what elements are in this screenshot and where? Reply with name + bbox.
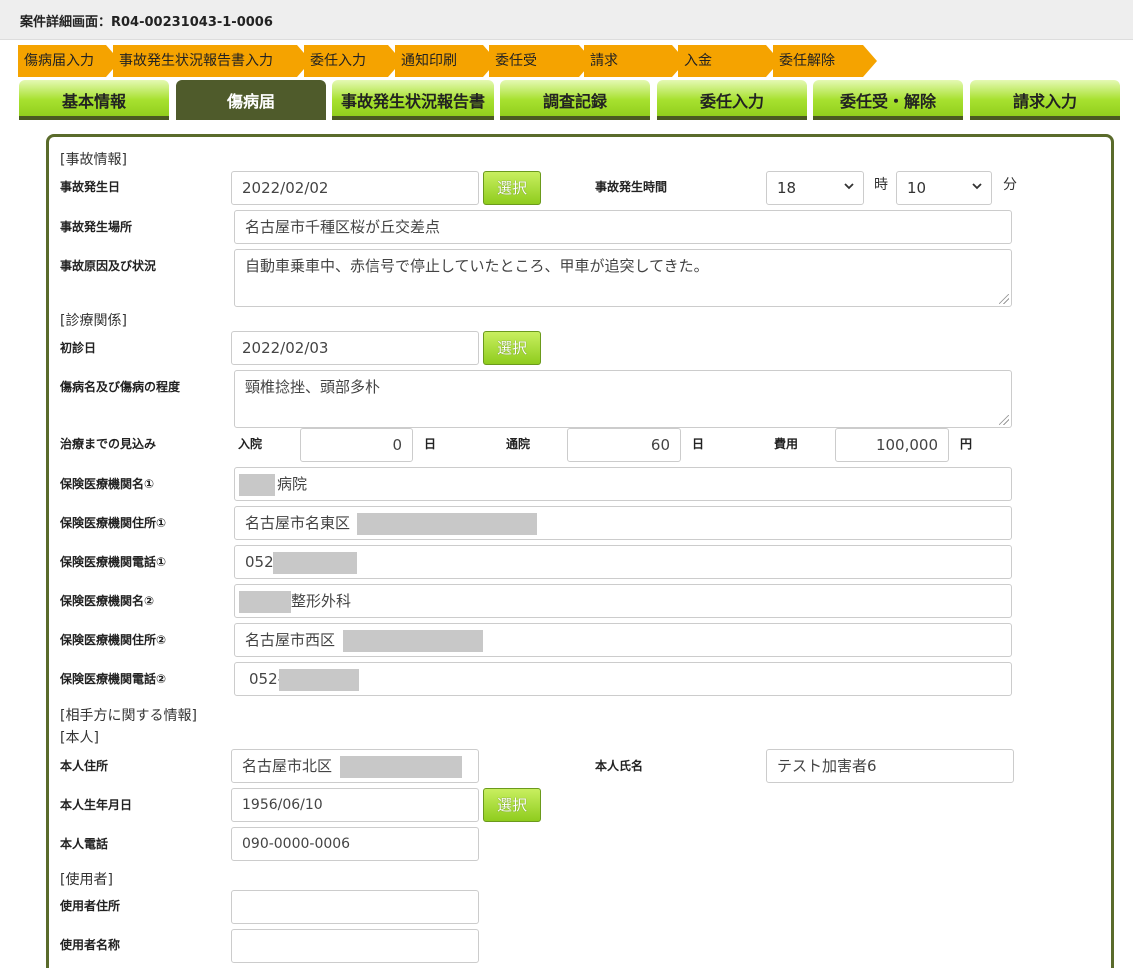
party-address-input[interactable]: 名古屋市北区 [231,749,479,783]
redaction-mask [239,591,291,613]
tab-injury[interactable]: 傷病届 [176,80,326,120]
tab-investigation[interactable]: 調査記録 [500,80,650,120]
first-visit-input[interactable]: 2022/02/03 [231,331,479,365]
institution1-address-value: 名古屋市名東区 [245,514,351,532]
hour-unit: 時 [874,177,888,193]
step-injury-report[interactable]: 傷病届入力 [18,45,120,77]
accident-date-input[interactable]: 2022/02/02 [231,171,479,205]
step-delegation-cancel[interactable]: 委任解除 [773,45,877,77]
redaction-mask [357,513,537,535]
chevron-down-icon [972,183,982,190]
accident-place-input[interactable]: 名古屋市千種区桜が丘交差点 [234,210,1012,244]
institution1-tel-value: 052 [245,553,274,571]
inpatient-label: 入院 [238,437,263,451]
party-tel-label: 本人電話 [60,837,109,851]
party-address-label: 本人住所 [60,759,109,773]
accident-cause-label: 事故原因及び状況 [60,259,157,273]
tab-billing[interactable]: 請求入力 [970,80,1120,120]
institution1-name-label: 保険医療機関名① [60,477,155,491]
cost-label: 費用 [774,437,799,451]
user-section-heading: [使用者] [60,872,113,888]
accident-date-label: 事故発生日 [60,180,121,194]
party-birthdate-label: 本人生年月日 [60,798,133,812]
institution1-name-input[interactable]: 病院 [234,467,1012,501]
tab-accident-report[interactable]: 事故発生状況報告書 [332,80,494,120]
user-address-input[interactable] [231,890,479,924]
chevron-down-icon [844,183,854,190]
self-section-heading: [本人] [60,730,99,746]
other-party-section-heading: [相手方に関する情報] [60,708,197,724]
injury-textarea[interactable]: 頸椎捻挫、頭部多朴 [234,370,1012,428]
accident-hour-select[interactable]: 18 [766,171,864,205]
redaction-mask [340,756,462,778]
tab-delegation[interactable]: 委任入力 [657,80,807,120]
party-name-label: 本人氏名 [595,759,644,773]
step-delegation-input[interactable]: 委任入力 [304,45,402,77]
redaction-mask [273,552,357,574]
resize-grip-icon[interactable] [999,294,1009,304]
party-birthdate-select-button[interactable]: 選択 [483,788,541,822]
accident-time-label: 事故発生時間 [595,180,668,194]
institution2-address-value: 名古屋市西区 [245,631,336,649]
party-address-value: 名古屋市北区 [242,757,333,775]
institution2-address-label: 保険医療機関住所② [60,633,167,647]
institution2-name-label: 保険医療機関名② [60,594,155,608]
first-visit-select-button[interactable]: 選択 [483,331,541,365]
inpatient-day-unit: 日 [424,437,437,451]
redaction-mask [343,630,483,652]
party-tel-input[interactable]: 090-0000-0006 [231,827,479,861]
institution2-address-input[interactable]: 名古屋市西区 [234,623,1012,657]
resize-grip-icon[interactable] [999,415,1009,425]
redaction-mask [239,474,275,496]
step-notice-print[interactable]: 通知印刷 [395,45,497,77]
step-accident-report[interactable]: 事故発生状況報告書入力 [113,45,311,77]
medical-section-heading: [診療関係] [60,313,127,329]
user-name-label: 使用者名称 [60,938,121,952]
institution2-tel-input[interactable]: 052- [234,662,1012,696]
cost-unit: 円 [960,437,973,451]
institution2-tel-label: 保険医療機関電話② [60,672,167,686]
page-title: 案件詳細画面：R04-00231043-1-0006 [20,15,273,30]
accident-minute-select[interactable]: 10 [896,171,992,205]
title-bar: 案件詳細画面：R04-00231043-1-0006 [0,0,1133,40]
tab-delegation-receipt[interactable]: 委任受・解除 [813,80,963,120]
injury-value: 頸椎捻挫、頭部多朴 [245,378,381,396]
tab-basic-info[interactable]: 基本情報 [19,80,169,120]
institution2-name-input[interactable]: 整形外科 [234,584,1012,618]
outpatient-label: 通院 [506,437,531,451]
accident-section-heading: [事故情報] [60,152,127,168]
accident-date-select-button[interactable]: 選択 [483,171,541,205]
step-payment[interactable]: 入金 [678,45,780,77]
outpatient-days-input[interactable]: 60 [567,428,681,462]
accident-place-label: 事故発生場所 [60,220,133,234]
cost-input[interactable]: 100,000 [835,428,949,462]
institution2-tel-value: 052- [249,670,284,688]
step-billing[interactable]: 請求 [584,45,686,77]
step-delegation-received[interactable]: 委任受 [489,45,593,77]
redaction-mask [279,669,359,691]
accident-hour-value: 18 [777,179,797,197]
first-visit-label: 初診日 [60,341,97,355]
institution1-tel-input[interactable]: 052 [234,545,1012,579]
institution1-name-value: 病院 [277,475,308,493]
outpatient-day-unit: 日 [692,437,705,451]
treatment-outlook-label: 治療までの見込み [60,437,157,451]
party-name-input[interactable]: テスト加害者6 [766,749,1014,783]
injury-label: 傷病名及び傷病の程度 [60,380,181,394]
user-address-label: 使用者住所 [60,899,121,913]
institution1-address-input[interactable]: 名古屋市名東区 [234,506,1012,540]
accident-cause-textarea[interactable]: 自動車乗車中、赤信号で停止していたところ、甲車が追突してきた。 [234,249,1012,307]
institution2-name-value: 整形外科 [291,592,352,610]
accident-cause-value: 自動車乗車中、赤信号で停止していたところ、甲車が追突してきた。 [245,257,709,275]
accident-minute-value: 10 [907,179,927,197]
user-name-input[interactable] [231,929,479,963]
inpatient-days-input[interactable]: 0 [300,428,413,462]
party-birthdate-input[interactable]: 1956/06/10 [231,788,479,822]
institution1-address-label: 保険医療機関住所① [60,516,167,530]
minute-unit: 分 [1003,177,1017,193]
institution1-tel-label: 保険医療機関電話① [60,555,167,569]
